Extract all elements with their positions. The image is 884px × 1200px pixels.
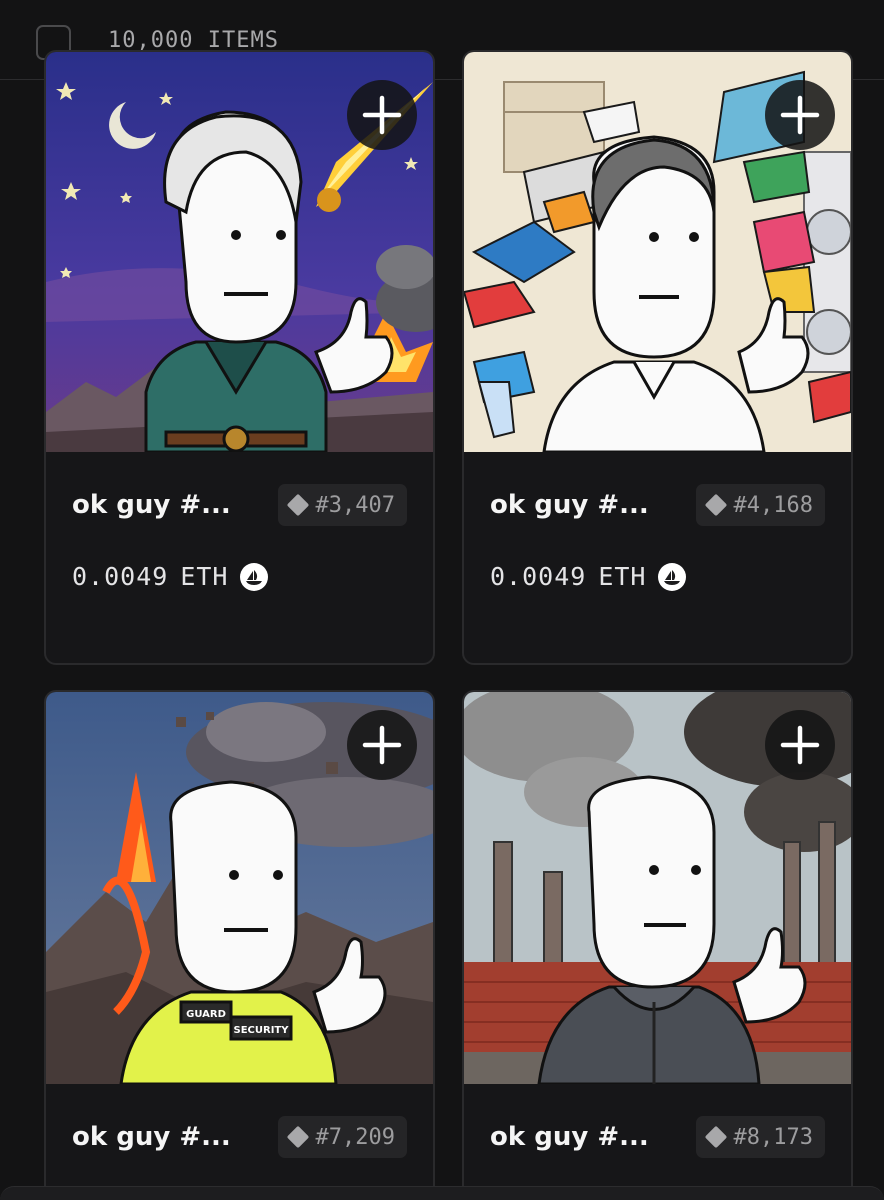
token-id: #4,168 [733, 492, 813, 518]
nft-card[interactable]: ok guy #... #4,168 0.0049 ETH [462, 50, 853, 665]
price-value: 0.0049 [72, 562, 169, 591]
diamond-icon [286, 1125, 309, 1149]
plus-icon [780, 95, 820, 135]
nft-card[interactable]: ok guy #... #8,173 [462, 690, 853, 1200]
nft-name: ok guy #... [72, 490, 231, 520]
nft-price: 0.0049 ETH [490, 562, 687, 591]
nft-card[interactable]: GUARD SECURITY ok guy #... #7,209 [44, 690, 435, 1200]
bottom-sheet-handle[interactable] [0, 1186, 884, 1200]
token-id: #7,209 [315, 1124, 395, 1150]
token-id-badge: #3,407 [277, 484, 407, 526]
art-guard-label: GUARD [186, 1009, 226, 1020]
opensea-icon [240, 562, 269, 591]
plus-icon [362, 95, 402, 135]
diamond-icon [704, 1125, 727, 1149]
price-currency: ETH [598, 562, 647, 591]
diamond-icon [704, 493, 727, 517]
add-to-cart-button[interactable] [765, 710, 835, 780]
nft-name: ok guy #... [490, 490, 649, 520]
plus-icon [780, 725, 820, 765]
token-id-badge: #4,168 [695, 484, 825, 526]
add-to-cart-button[interactable] [765, 80, 835, 150]
token-id: #8,173 [733, 1124, 813, 1150]
token-id-badge: #7,209 [277, 1116, 407, 1158]
add-to-cart-button[interactable] [347, 710, 417, 780]
art-security-label: SECURITY [234, 1025, 290, 1036]
add-to-cart-button[interactable] [347, 80, 417, 150]
plus-icon [362, 725, 402, 765]
nft-name: ok guy #... [490, 1122, 649, 1152]
nft-name: ok guy #... [72, 1122, 231, 1152]
nft-artwork[interactable] [46, 52, 433, 452]
token-id-badge: #8,173 [695, 1116, 825, 1158]
diamond-icon [286, 493, 309, 517]
price-currency: ETH [180, 562, 229, 591]
nft-artwork[interactable]: GUARD SECURITY [46, 692, 433, 1084]
opensea-icon [658, 562, 687, 591]
nft-price: 0.0049 ETH [72, 562, 269, 591]
nft-card[interactable]: ok guy #... #3,407 0.0049 ETH [44, 50, 435, 665]
price-value: 0.0049 [490, 562, 587, 591]
nft-artwork[interactable] [464, 692, 851, 1084]
nft-artwork[interactable] [464, 52, 851, 452]
token-id: #3,407 [315, 492, 395, 518]
